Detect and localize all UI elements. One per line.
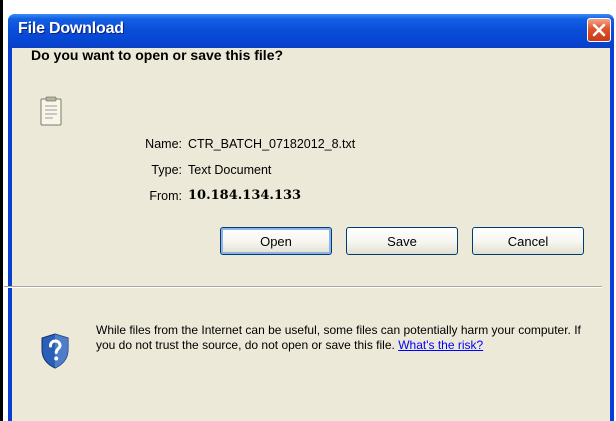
security-warning: While files from the Internet can be use… [96,323,596,353]
background-frame-edge [0,0,3,421]
save-button[interactable]: Save [346,227,458,255]
file-download-dialog: File Download [8,14,614,421]
warning-text: While files from the Internet can be use… [96,323,581,352]
file-type-value: Text Document [188,163,272,177]
divider-highlight [4,287,602,288]
from-label: From: [149,189,182,203]
type-label: Type: [151,163,182,177]
shield-question-icon [41,333,69,369]
window-title: File Download [18,20,124,37]
cancel-button[interactable]: Cancel [472,227,584,255]
close-button[interactable] [587,18,611,42]
file-name-value: CTR_BATCH_07182012_8.txt [188,137,356,151]
open-button[interactable]: Open [220,227,332,255]
close-icon [592,23,606,37]
title-bar[interactable]: File Download [8,14,614,48]
question-heading: Do you want to open or save this file? [31,47,284,63]
name-label: Name: [145,137,182,151]
whats-the-risk-link[interactable]: What's the risk? [398,338,483,352]
text-file-icon [40,96,62,126]
file-source-value: 10.184.134.133 [188,188,302,203]
